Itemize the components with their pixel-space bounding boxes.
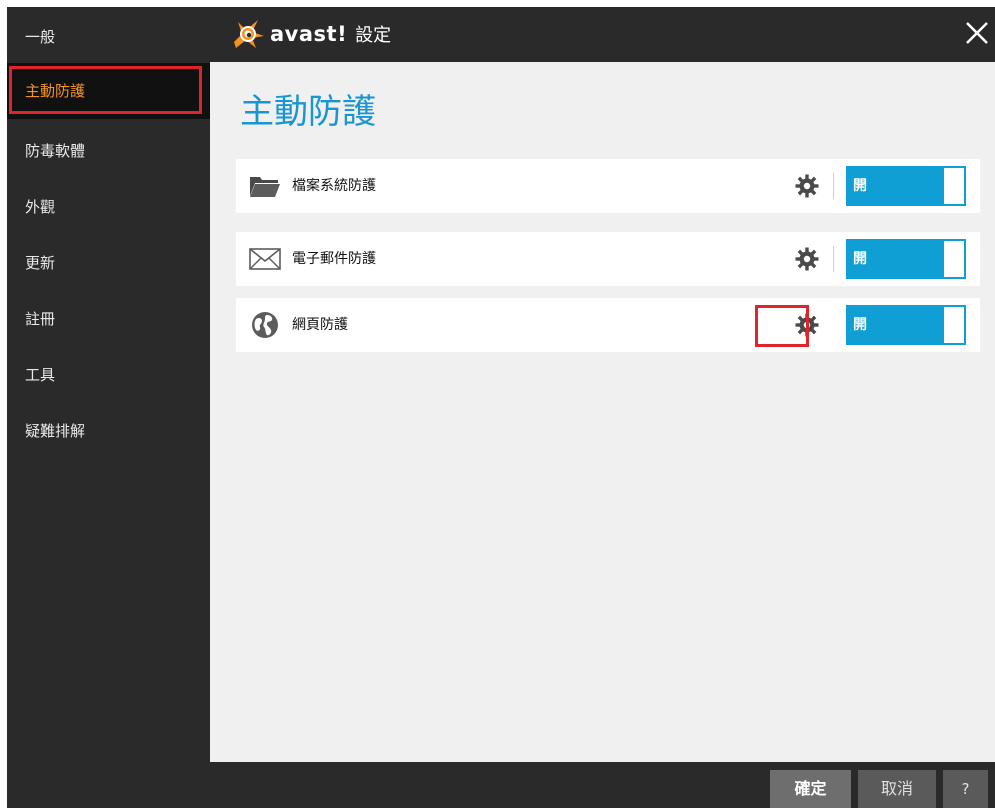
close-icon [966,22,988,44]
sidebar-item-update[interactable]: 更新 [7,235,210,291]
shield-row-file-system: 檔案系統防護 開 [236,159,980,213]
sidebar-item-antivirus[interactable]: 防毒軟體 [7,123,210,179]
gear-icon [795,174,819,198]
sidebar: 一般 主動防護 防毒軟體 外觀 更新 註冊 工具 疑難排解 [7,7,210,808]
shield-label: 檔案系統防護 [292,178,376,194]
divider [833,173,834,199]
sidebar-item-general[interactable]: 一般 [7,9,210,65]
help-button[interactable]: ? [943,770,988,808]
window-title: 設定 [355,25,392,46]
gear-icon [795,313,819,337]
folder-icon [248,171,282,201]
settings-gear-button[interactable] [795,174,819,198]
avast-ball-icon [234,20,264,48]
settings-window: 一般 主動防護 防毒軟體 外觀 更新 註冊 工具 疑難排解 avast! 設定 [7,7,995,808]
envelope-icon [248,244,282,274]
toggle-knob [944,168,964,204]
title-bar: avast! 設定 [210,7,995,62]
settings-gear-button[interactable] [795,247,819,271]
shield-label: 網頁防護 [292,317,348,333]
shield-toggle[interactable]: 開 [846,239,966,279]
settings-gear-button[interactable] [795,313,819,337]
cancel-button[interactable]: 取消 [858,770,936,808]
globe-icon [248,310,282,340]
toggle-knob [944,241,964,277]
sidebar-item-tools[interactable]: 工具 [7,347,210,403]
avast-logo: avast! 設定 [230,18,391,50]
sidebar-item-active-protection[interactable]: 主動防護 [7,63,210,119]
toggle-label: 開 [853,251,867,267]
shield-toggle[interactable]: 開 [846,305,966,345]
sidebar-item-registration[interactable]: 註冊 [7,291,210,347]
toggle-label: 開 [853,178,867,194]
shield-label: 電子郵件防護 [292,251,376,267]
brand-name: avast! [270,22,348,46]
main-panel: 主動防護 檔案系統防護 開 電子郵件防護 開 網頁防護 開 [210,62,995,762]
gear-icon [795,247,819,271]
shield-toggle[interactable]: 開 [846,166,966,206]
toggle-label: 開 [853,317,867,333]
ok-button[interactable]: 確定 [770,770,851,808]
close-button[interactable] [959,15,995,51]
divider [833,246,834,272]
sidebar-item-troubleshooting[interactable]: 疑難排解 [7,403,210,459]
footer-bar: 確定 取消 ? [210,762,995,808]
page-title: 主動防護 [240,92,376,132]
shield-row-web: 網頁防護 開 [236,298,980,352]
toggle-knob [944,307,964,343]
sidebar-item-appearance[interactable]: 外觀 [7,179,210,235]
shield-row-mail: 電子郵件防護 開 [236,232,980,286]
